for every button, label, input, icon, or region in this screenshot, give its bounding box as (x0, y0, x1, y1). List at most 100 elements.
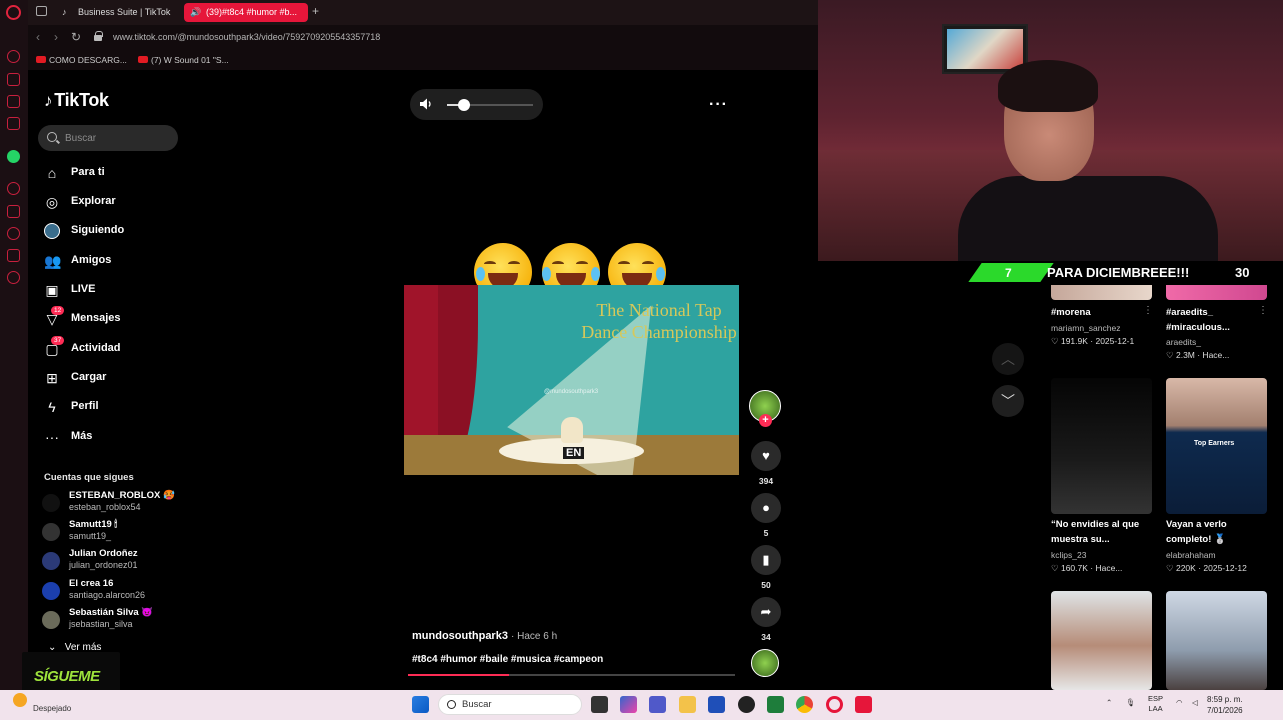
card-user[interactable]: araedits_ (1166, 337, 1201, 347)
followed-account[interactable]: El crea 16 santiago.alarcon26 (42, 578, 192, 604)
messenger-icon[interactable] (7, 95, 20, 108)
bookmark-item[interactable]: COMO DESCARG... (36, 53, 127, 67)
tray-chevron-icon[interactable]: ⌃ (1106, 698, 1112, 708)
tab-bar: ♪ Business Suite | TikTok 🔊 (39)#t8c4 #h… (28, 0, 818, 25)
followed-account[interactable]: Sebastián Silva 😈 jsebastian_silva (42, 607, 192, 633)
compass-icon: ◎ (45, 194, 59, 210)
search-box[interactable] (38, 125, 178, 151)
card-title[interactable]: #morena (1051, 305, 1147, 320)
language-indicator[interactable]: ESP LAA (1148, 694, 1163, 714)
music-disc-icon[interactable] (751, 649, 779, 677)
reload-icon[interactable]: ↻ (71, 30, 81, 44)
video-thumbnail[interactable] (1051, 285, 1152, 300)
video-player[interactable]: The National Tap Dance Championship @mun… (404, 285, 739, 475)
tiktok-app-icon[interactable] (855, 696, 872, 713)
card-user[interactable]: elabrahaham (1166, 550, 1216, 560)
tab-business-suite[interactable]: ♪ Business Suite | TikTok (56, 3, 186, 22)
bookmark-icon[interactable]: ▮ (751, 545, 781, 575)
wifi-icon[interactable]: ◠ (1176, 698, 1183, 708)
previous-video-button[interactable]: ︿ (992, 343, 1024, 375)
save-action[interactable]: ▮ 50 (751, 545, 781, 590)
teams-icon[interactable] (649, 696, 666, 713)
file-explorer-icon[interactable] (679, 696, 696, 713)
history-icon[interactable] (7, 50, 20, 63)
aria-icon[interactable] (7, 73, 20, 86)
opera-logo-icon[interactable] (6, 5, 21, 20)
video-progress[interactable] (408, 674, 735, 676)
post-time: · Hace 6 h (511, 631, 558, 642)
video-thumbnail[interactable] (1051, 378, 1152, 514)
weather-label[interactable]: Despejado (33, 704, 71, 713)
bookmark-item[interactable]: (7) W Sound 01 "S... (138, 53, 229, 67)
eye (552, 261, 564, 267)
video-hashtags[interactable]: #t8c4 #humor #baile #musica #campeon (412, 654, 603, 665)
card-title[interactable]: #araedits_ #miraculous... (1166, 305, 1262, 335)
app-icon[interactable] (708, 696, 725, 713)
taskbar-clock[interactable]: 8:59 p. m. 7/01/2026 (1207, 694, 1243, 716)
video-thumbnail[interactable] (1166, 591, 1267, 690)
comment-action[interactable]: ● 5 (751, 493, 781, 538)
account-name: Julian Ordoñez (69, 548, 138, 559)
kebab-icon[interactable]: ⋮ (1143, 305, 1153, 316)
instagram-icon[interactable] (7, 117, 20, 130)
video-thumbnail[interactable] (1166, 285, 1267, 300)
share-action[interactable]: ➦ 34 (751, 597, 781, 642)
video-thumbnail[interactable] (1051, 591, 1152, 690)
xbox-icon[interactable] (767, 696, 784, 713)
follow-plus-icon[interactable]: + (759, 414, 772, 427)
opera-icon[interactable] (826, 696, 843, 713)
lock-icon (94, 31, 103, 41)
like-action[interactable]: ♥ 394 (751, 441, 781, 486)
forward-icon[interactable]: › (54, 30, 58, 44)
weather-icon[interactable] (13, 693, 27, 707)
youtube-icon (138, 56, 148, 63)
tab-tiktok-video[interactable]: 🔊 (39)#t8c4 #humor #b... (184, 3, 308, 22)
search-input[interactable] (65, 130, 173, 146)
volume-icon[interactable]: ◁ (1192, 698, 1198, 708)
task-view-icon[interactable] (591, 696, 608, 713)
speaker-icon[interactable] (419, 97, 433, 111)
author-name[interactable]: mundosouthpark3 (412, 630, 508, 642)
like-count: 394 (758, 476, 774, 486)
new-tab-button[interactable]: + (312, 4, 319, 18)
kebab-icon[interactable]: ⋮ (1258, 305, 1268, 316)
volume-slider[interactable] (447, 99, 533, 111)
settings-icon[interactable] (7, 271, 20, 284)
taskbar-search[interactable]: Buscar (438, 694, 582, 715)
activity-badge: 37 (51, 336, 65, 345)
tiktok-logo[interactable]: ♪ TikTok (44, 90, 109, 111)
wallet-icon[interactable] (7, 205, 20, 218)
clock-icon[interactable] (7, 227, 20, 240)
share-icon[interactable]: ➦ (751, 597, 781, 627)
video-thumbnail[interactable]: Top Earners (1166, 378, 1267, 514)
card-title[interactable]: “No envidies al que muestra su... (1051, 517, 1147, 547)
heart-icon[interactable]: ♥ (751, 441, 781, 471)
chrome-icon[interactable] (796, 696, 813, 713)
volume-control[interactable] (410, 89, 543, 120)
followed-account[interactable]: Samutt19 🕯 samutt19_ (42, 519, 192, 545)
comment-icon[interactable]: ● (751, 493, 781, 523)
tear (656, 267, 665, 281)
url-field[interactable]: www.tiktok.com/@mundosouthpark3/video/75… (113, 32, 380, 42)
card-user[interactable]: kclips_23 (1051, 550, 1086, 560)
card-title[interactable]: Vayan a verlo completo! 🥈 (1166, 517, 1262, 547)
microphone-icon[interactable]: 🎙 (1126, 698, 1136, 708)
video-author[interactable]: mundosouthpark3 · Hace 6 h (412, 630, 557, 642)
obs-icon[interactable] (738, 696, 755, 713)
copilot-icon[interactable] (620, 696, 637, 713)
back-icon[interactable]: ‹ (36, 30, 40, 44)
followed-account[interactable]: Julian Ordoñez julian_ordonez01 (42, 548, 192, 574)
tv-screen (947, 29, 1023, 69)
followed-account[interactable]: ESTEBAN_ROBLOX 🥵 esteban_roblox54 (42, 490, 192, 516)
avatar (42, 523, 60, 541)
webcam-overlay (818, 0, 1283, 261)
card-user[interactable]: mariamn_sanchez (1051, 323, 1120, 333)
whatsapp-icon[interactable] (7, 150, 20, 163)
more-options-icon[interactable]: ··· (709, 96, 728, 114)
windows-start-icon[interactable] (412, 696, 429, 713)
player-icon[interactable] (7, 182, 20, 195)
volume-knob[interactable] (458, 99, 471, 111)
workspaces-icon[interactable] (36, 6, 47, 16)
next-video-button[interactable]: ﹀ (992, 385, 1024, 417)
bookmarks-icon[interactable] (7, 249, 20, 262)
